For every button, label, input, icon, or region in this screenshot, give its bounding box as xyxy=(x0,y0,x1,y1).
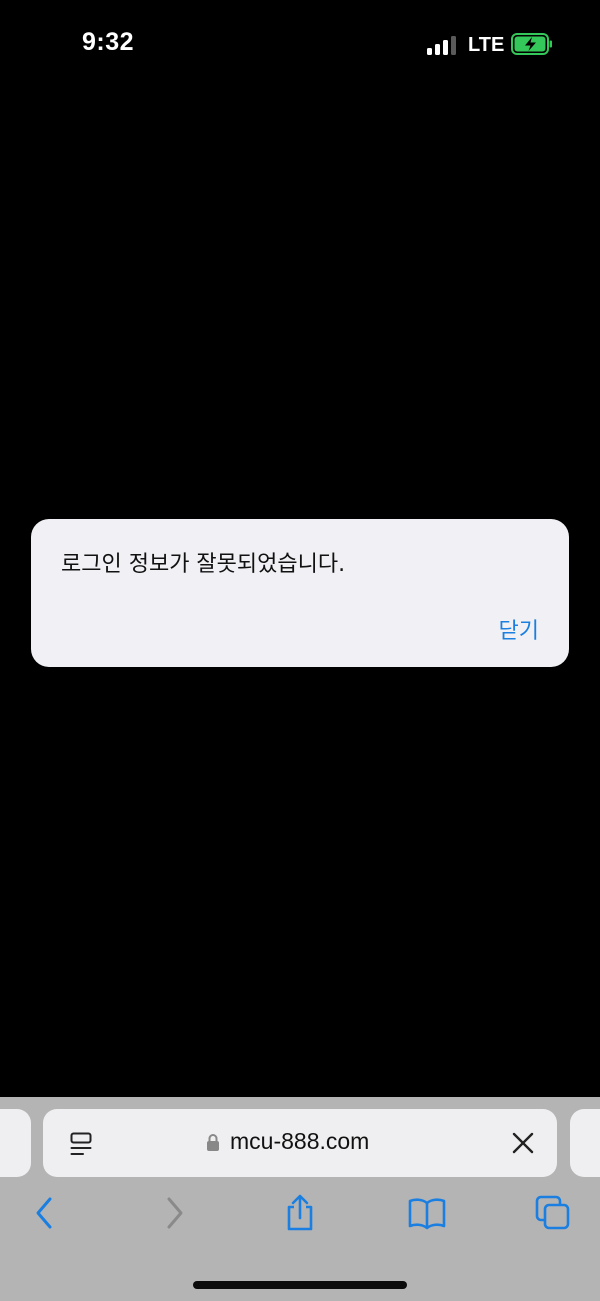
url-display[interactable]: mcu-888.com xyxy=(206,1128,369,1155)
back-icon[interactable] xyxy=(25,1193,65,1233)
tabs-icon[interactable] xyxy=(533,1193,573,1233)
close-button[interactable]: 닫기 xyxy=(499,613,539,645)
alert-dialog: 로그인 정보가 잘못되었습니다. 닫기 xyxy=(31,519,569,667)
home-indicator[interactable] xyxy=(193,1281,407,1289)
browser-toolbar xyxy=(0,1193,600,1237)
previous-tab-card[interactable] xyxy=(0,1109,31,1177)
address-bar[interactable]: mcu-888.com xyxy=(43,1109,557,1177)
next-tab-card[interactable] xyxy=(570,1109,600,1177)
status-bar: 9:32 LTE xyxy=(0,0,600,90)
status-time: 9:32 xyxy=(82,28,135,56)
lock-icon xyxy=(207,1133,219,1151)
alert-message: 로그인 정보가 잘못되었습니다. xyxy=(61,552,346,577)
phone-screen: 9:32 LTE 로그인 정보가 잘못되었습니다. 닫기 mcu-888.com xyxy=(0,0,600,1301)
bookmarks-icon[interactable] xyxy=(407,1193,447,1233)
signal-strength-icon xyxy=(427,35,459,55)
browser-bottom-bar: mcu-888.com xyxy=(0,1097,600,1301)
network-type: LTE xyxy=(468,34,505,56)
share-icon[interactable] xyxy=(280,1193,320,1233)
page-format-icon[interactable] xyxy=(69,1131,95,1157)
forward-icon[interactable] xyxy=(154,1193,194,1233)
close-icon[interactable] xyxy=(511,1131,535,1155)
url-text: mcu-888.com xyxy=(230,1128,370,1154)
battery-charging-icon xyxy=(511,33,553,55)
